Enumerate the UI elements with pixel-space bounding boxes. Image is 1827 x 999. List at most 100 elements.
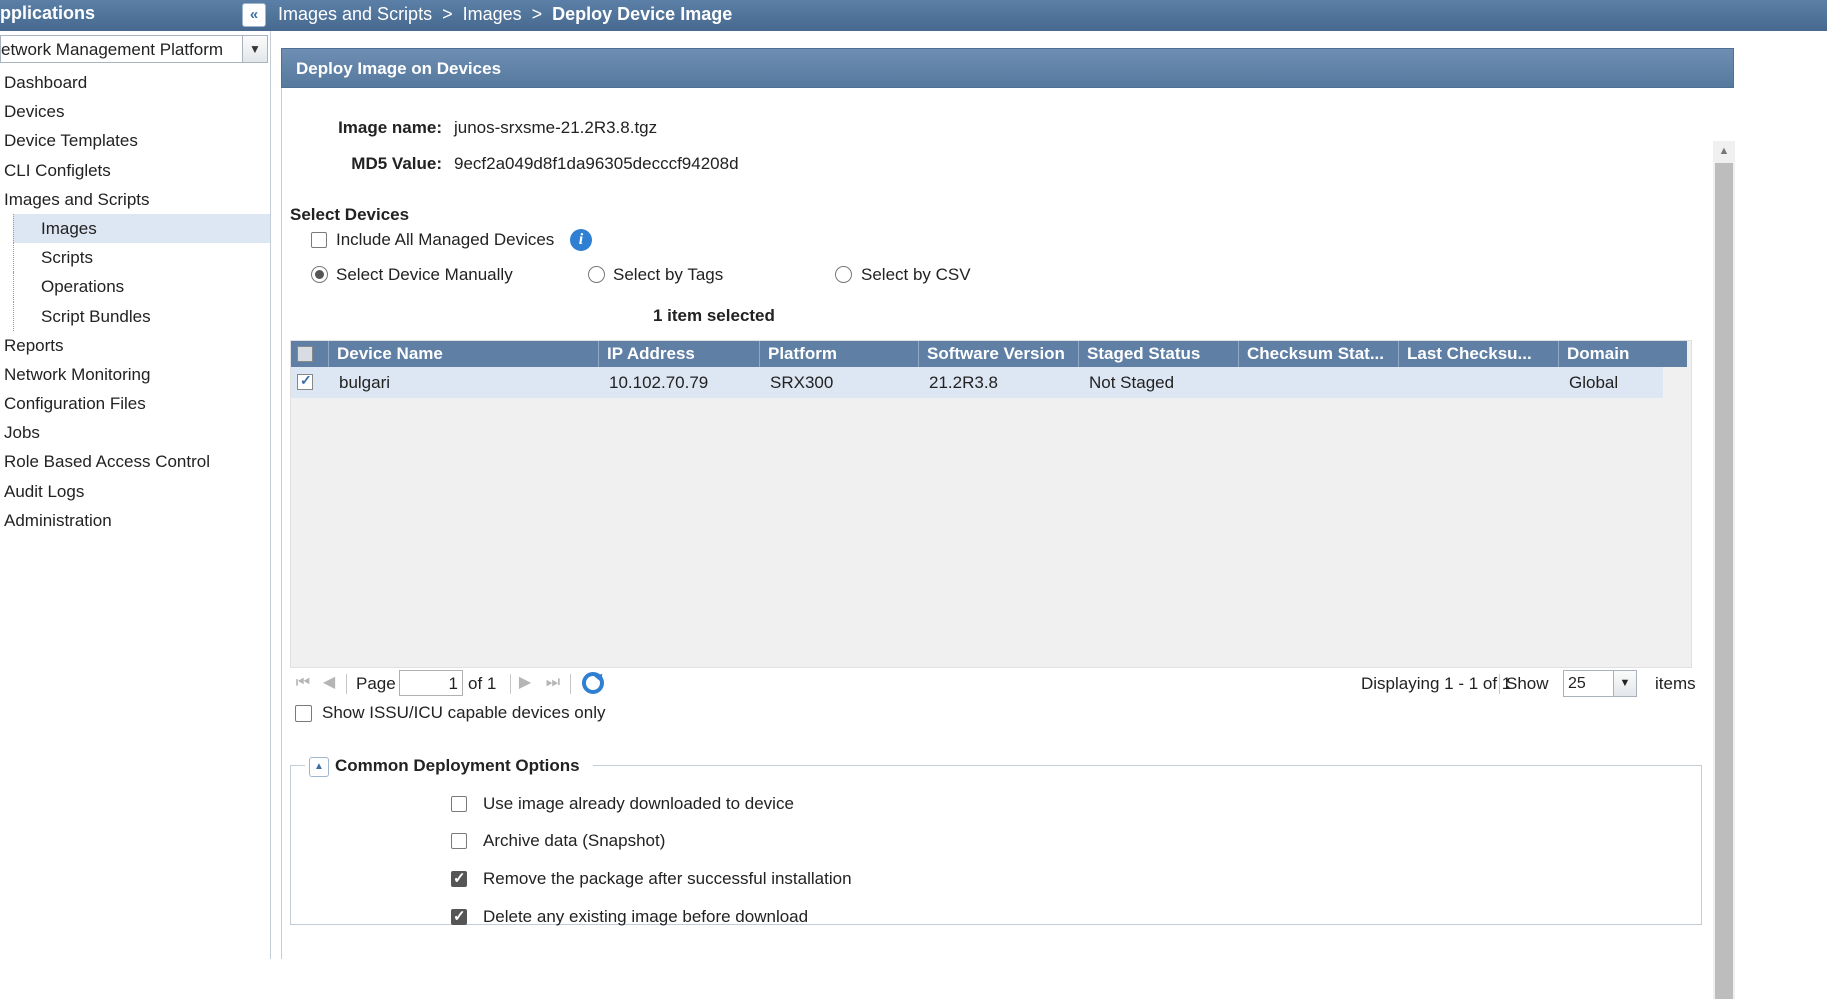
option-use-downloaded-checkbox[interactable] [451,796,467,812]
option-remove-package-checkbox[interactable] [451,869,467,887]
radio-select-by-tags-label: Select by Tags [613,265,724,284]
select-all-checkbox[interactable] [297,346,313,362]
issu-capable-checkbox[interactable] [295,705,312,722]
page-of-label: of 1 [468,674,497,693]
sidebar-item-images[interactable]: Images [13,213,270,244]
cell-checksum-status [1239,367,1249,398]
option-use-downloaded-label: Use image already downloaded to device [483,794,794,813]
cell-ip-address: 10.102.70.79 [609,373,709,392]
sidebar-item-jobs[interactable]: Jobs [0,418,270,447]
option-remove-package-label: Remove the package after successful inst… [483,869,852,888]
cell-domain: Global [1569,373,1619,392]
pager-divider [570,674,571,694]
radio-select-by-tags[interactable] [588,266,605,283]
include-all-label: Include All Managed Devices [336,230,555,249]
app-title: pplications [0,3,96,23]
deployment-options-title: Common Deployment Options [335,756,580,775]
sidebar-item-cli-configlets[interactable]: CLI Configlets [0,156,270,185]
sidebar: etwork Management Platform ▼ Dashboard D… [0,31,271,959]
panel-title: Deploy Image on Devices [281,48,1734,88]
breadcrumb-current: Deploy Device Image [552,4,733,24]
column-platform[interactable]: Platform [760,341,919,367]
page-number-input[interactable]: 1 [399,670,463,696]
sidebar-item-network-monitoring[interactable]: Network Monitoring [0,360,270,389]
breadcrumb-separator: > [442,4,453,24]
show-label: Show [1506,674,1549,693]
cell-software-version: 21.2R3.8 [929,373,998,392]
sidebar-item-images-and-scripts[interactable]: Images and Scripts [0,185,270,214]
column-device-name[interactable]: Device Name [329,341,599,367]
selection-count: 1 item selected [653,306,775,325]
scroll-up-icon[interactable]: ▲ [1713,141,1735,161]
vertical-scrollbar[interactable]: ▲ [1713,141,1735,999]
sidebar-item-operations[interactable]: Operations [13,272,270,302]
sidebar-nav: Dashboard Devices Device Templates CLI C… [0,68,270,535]
next-page-icon[interactable]: ▶ [516,674,534,692]
cell-staged-status: Not Staged [1089,373,1175,392]
device-grid: Device Name IP Address Platform Software… [290,340,1692,668]
sidebar-item-device-templates[interactable]: Device Templates [0,126,270,155]
issu-capable-label: Show ISSU/ICU capable devices only [322,703,606,722]
sidebar-item-devices[interactable]: Devices [0,97,270,126]
page-label: Page [356,674,396,693]
include-all-checkbox[interactable] [311,232,327,248]
refresh-icon[interactable] [582,672,604,694]
collapse-up-icon[interactable]: ▲ [309,757,329,777]
scrollbar-thumb[interactable] [1715,163,1733,999]
radio-select-manually-label: Select Device Manually [336,265,513,284]
table-row[interactable]: bulgari 10.102.70.79 SRX300 21.2R3.8 Not… [291,367,1663,398]
radio-select-by-csv[interactable] [835,266,852,283]
sidebar-item-administration[interactable]: Administration [0,506,270,535]
grid-pager: ⏮ ◀ Page 1 of 1 ▶ ⏭ Displaying 1 - 1 of … [290,670,1696,698]
column-domain[interactable]: Domain [1559,341,1687,367]
sidebar-item-audit-logs[interactable]: Audit Logs [0,477,270,506]
column-ip-address[interactable]: IP Address [599,341,760,367]
sidebar-item-dashboard[interactable]: Dashboard [0,68,270,97]
page-size-select[interactable]: 25 ▼ [1563,670,1637,697]
option-archive-data-checkbox[interactable] [451,833,467,849]
pager-divider [346,674,347,694]
info-icon[interactable]: i [570,229,592,251]
top-bar: pplications « Images and Scripts > Images >… [0,0,1827,31]
collapse-sidebar-icon[interactable]: « [242,3,266,27]
sidebar-item-scripts[interactable]: Scripts [13,243,270,273]
deploy-panel: Deploy Image on Devices ▲ Image name: ju… [281,48,1735,999]
sidebar-item-configuration-files[interactable]: Configuration Files [0,389,270,418]
cell-device-name: bulgari [339,373,391,392]
row-checkbox[interactable] [297,372,313,390]
sidebar-item-rbac[interactable]: Role Based Access Control [0,447,270,476]
option-delete-existing-checkbox[interactable] [451,907,467,925]
breadcrumb-separator: > [531,4,543,24]
image-name-value: junos-srxsme-21.2R3.8.tgz [454,118,658,137]
page-size-value: 25 [1568,675,1586,692]
option-delete-existing-label: Delete any existing image before downloa… [483,907,809,926]
column-last-checksum[interactable]: Last Checksu... [1399,341,1559,367]
last-page-icon[interactable]: ⏭ [544,674,562,692]
chevron-down-icon[interactable]: ▼ [242,36,267,62]
pager-divider [510,674,511,694]
grid-header: Device Name IP Address Platform Software… [291,341,1687,367]
breadcrumb-images-and-scripts[interactable]: Images and Scripts [278,4,432,24]
items-label: items [1655,674,1696,693]
sidebar-item-script-bundles[interactable]: Script Bundles [13,301,270,331]
platform-select[interactable]: etwork Management Platform ▼ [0,35,268,63]
cell-last-checksum [1399,367,1409,398]
breadcrumb: Images and Scripts > Images > Deploy Device … [278,4,732,25]
radio-select-by-csv-label: Select by CSV [861,265,971,284]
breadcrumb-images[interactable]: Images [463,4,522,24]
column-software-version[interactable]: Software Version [919,341,1079,367]
prev-page-icon[interactable]: ◀ [320,674,338,692]
md5-value: 9ecf2a049d8f1da96305decccf94208d [454,154,739,173]
column-staged-status[interactable]: Staged Status [1079,341,1239,367]
deployment-options-fieldset: ▲ Common Deployment Options Use image al… [290,754,1702,926]
cell-platform: SRX300 [770,373,834,392]
displaying-count: Displaying 1 - 1 of 1 [1361,674,1512,693]
column-checksum-status[interactable]: Checksum Stat... [1239,341,1399,367]
pager-divider [1499,674,1500,694]
radio-select-manually[interactable] [311,266,328,283]
sidebar-item-reports[interactable]: Reports [0,331,270,360]
first-page-icon[interactable]: ⏮ [294,674,312,692]
platform-select-value: etwork Management Platform [1,40,224,59]
chevron-down-icon[interactable]: ▼ [1613,671,1636,696]
option-archive-data-label: Archive data (Snapshot) [483,831,666,850]
